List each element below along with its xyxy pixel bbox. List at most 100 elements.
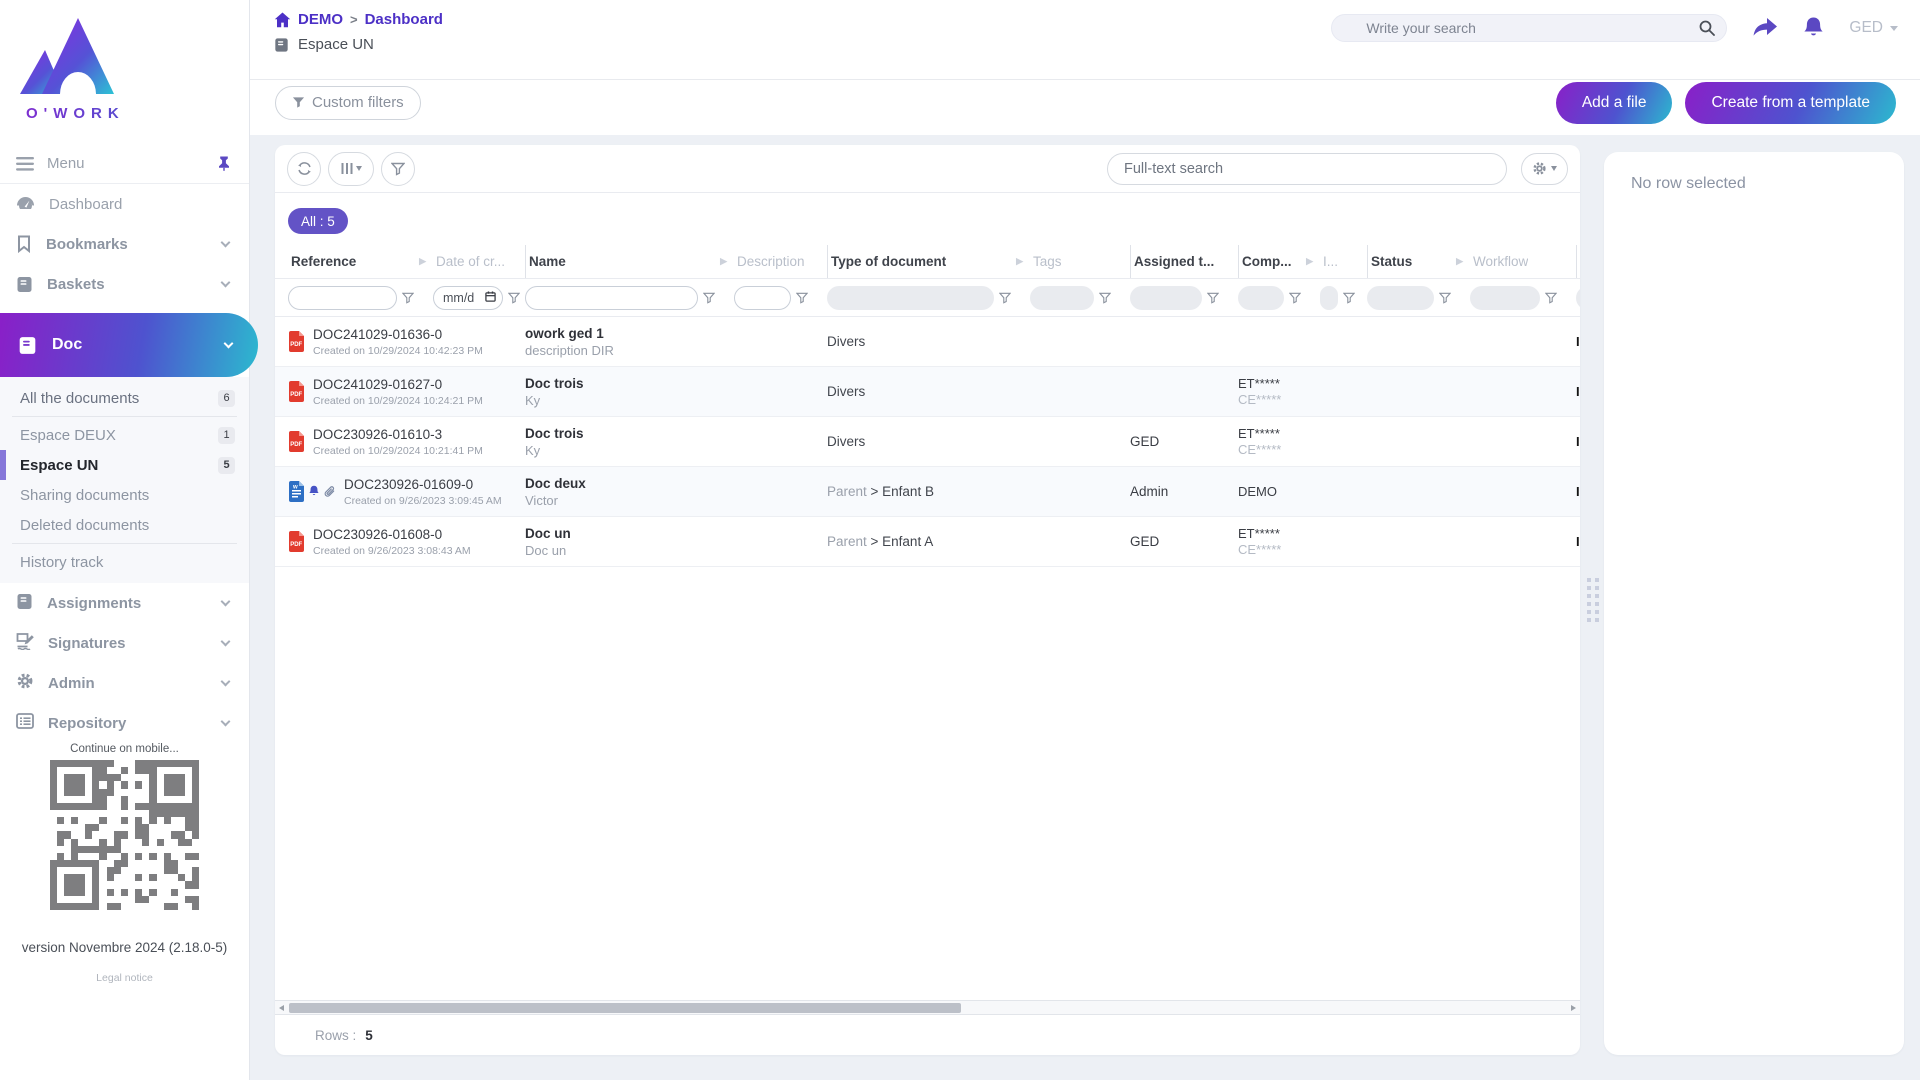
filter-input-name[interactable] [525, 286, 698, 310]
sidebar-item-bookmarks[interactable]: Bookmarks [0, 224, 249, 264]
create-from-template-button[interactable]: Create from a template [1685, 82, 1896, 124]
sidebar-item-admin[interactable]: Admin [0, 663, 249, 703]
sidebar-item-assignments[interactable]: Assignments [0, 583, 249, 623]
sidebar-item-baskets[interactable]: Baskets [0, 264, 249, 304]
funnel-icon[interactable] [1289, 292, 1301, 304]
sidebar-subitem-all-the-documents[interactable]: All the documents6 [0, 383, 249, 413]
file-icons: PDF [288, 331, 305, 352]
share-icon[interactable] [1751, 16, 1778, 40]
funnel-icon[interactable] [402, 292, 414, 304]
sidebar-item-dashboard[interactable]: Dashboard [0, 184, 249, 224]
column-header-workflow[interactable]: Workflow [1470, 245, 1576, 278]
document-type: Divers [827, 384, 865, 399]
sidebar-item-label: Signatures [48, 635, 126, 652]
document-type: Divers [827, 334, 865, 349]
funnel-icon[interactable] [1343, 292, 1355, 304]
horizontal-scrollbar[interactable] [275, 1000, 1580, 1015]
table-row[interactable]: PDFDOC241029-01627-0Created on 10/29/202… [275, 367, 1580, 417]
column-header-assigned-t-[interactable]: Assigned t... [1130, 245, 1238, 278]
cell-company: ET*****CE***** [1238, 426, 1367, 457]
scroll-right-arrow-icon[interactable] [1571, 1005, 1576, 1011]
sort-arrow-icon[interactable]: ▶ [1016, 256, 1023, 267]
funnel-icon[interactable] [1439, 292, 1451, 304]
funnel-icon[interactable] [508, 292, 520, 304]
funnel-icon[interactable] [1545, 292, 1557, 304]
date-filter-input[interactable]: mm/d [433, 286, 503, 310]
pin-sidebar-icon[interactable] [217, 156, 231, 171]
funnel-icon[interactable] [703, 292, 715, 304]
sidebar-subitem-sharing-documents[interactable]: Sharing documents [0, 480, 249, 510]
custom-filters-button[interactable]: Custom filters [275, 86, 421, 120]
refresh-button[interactable] [287, 152, 321, 186]
legal-notice-link[interactable]: Legal notice [0, 972, 249, 984]
document-type: Parent > Enfant A [827, 534, 933, 549]
table-row[interactable]: PDFDOC230926-01608-0Created on 9/26/2023… [275, 517, 1580, 567]
funnel-icon[interactable] [1545, 292, 1557, 304]
column-header-type-of-document[interactable]: Type of document▶ [827, 245, 1030, 278]
sidebar-subitem-espace-un[interactable]: Espace UN5 [0, 450, 249, 480]
table-row[interactable]: wDOC230926-01609-0Created on 9/26/2023 3… [275, 467, 1580, 517]
funnel-icon[interactable] [1289, 292, 1301, 304]
funnel-icon[interactable] [1099, 292, 1111, 304]
user-menu[interactable]: GED [1849, 19, 1898, 37]
sidebar-subitem-deleted-documents[interactable]: Deleted documents [0, 510, 249, 540]
sort-arrow-icon[interactable]: ▶ [720, 256, 727, 267]
column-header-i-[interactable]: I... [1320, 245, 1367, 278]
funnel-icon[interactable] [1439, 292, 1451, 304]
funnel-icon[interactable] [999, 292, 1011, 304]
filter-input-reference[interactable] [288, 286, 397, 310]
scroll-left-arrow-icon[interactable] [279, 1005, 284, 1011]
funnel-icon[interactable] [402, 292, 414, 304]
sidebar-subitem-history-track[interactable]: History track [0, 547, 249, 577]
breadcrumb-current[interactable]: Dashboard [365, 11, 443, 28]
filter-input-description[interactable] [734, 286, 791, 310]
hamburger-icon[interactable] [16, 157, 34, 171]
fulltext-search-input[interactable] [1107, 153, 1507, 185]
column-header-label: Status [1371, 254, 1412, 269]
add-file-button[interactable]: Add a file [1556, 82, 1673, 124]
funnel-icon[interactable] [796, 292, 808, 304]
sort-arrow-icon[interactable]: ▶ [1456, 256, 1463, 267]
funnel-icon[interactable] [796, 292, 808, 304]
table-row[interactable]: PDFDOC230926-01610-3Created on 10/29/202… [275, 417, 1580, 467]
sort-arrow-icon[interactable]: ▶ [1306, 256, 1313, 267]
funnel-icon[interactable] [1207, 292, 1219, 304]
column-header-status[interactable]: Status ▶ [1367, 245, 1470, 278]
column-header-comp-[interactable]: Comp...▶ [1238, 245, 1320, 278]
column-header-description[interactable]: Description [734, 245, 827, 278]
column-header-reference[interactable]: Reference▶ [288, 245, 433, 278]
column-header-tags[interactable]: Tags [1030, 245, 1130, 278]
sidebar-subitem-espace-deux[interactable]: Espace DEUX1 [0, 420, 249, 450]
funnel-icon[interactable] [703, 292, 715, 304]
funnel-icon[interactable] [1207, 292, 1219, 304]
sidebar-item-signatures[interactable]: Signatures [0, 623, 249, 663]
search-icon[interactable] [1699, 20, 1715, 36]
column-filter [288, 286, 433, 310]
document-subtitle: Victor [525, 493, 827, 508]
cell-clipped: I [1576, 484, 1580, 499]
all-count-badge[interactable]: All : 5 [288, 208, 348, 234]
column-header-name[interactable]: Name▶ [525, 245, 734, 278]
panel-resize-handle[interactable] [1585, 578, 1600, 622]
sidebar-item-doc-active[interactable]: Doc [0, 313, 258, 377]
bell-icon[interactable] [1802, 16, 1825, 41]
table-row[interactable]: PDFDOC241029-01636-0Created on 10/29/202… [275, 317, 1580, 367]
cell-name: Doc deuxVictor [525, 476, 827, 508]
calendar-icon[interactable] [485, 291, 496, 305]
columns-button[interactable] [328, 152, 374, 186]
funnel-icon[interactable] [1343, 292, 1355, 304]
funnel-icon[interactable] [999, 292, 1011, 304]
funnel-icon[interactable] [1099, 292, 1111, 304]
home-icon[interactable] [274, 12, 291, 28]
column-header-y-[interactable]: Y... [1576, 245, 1580, 278]
reference-text: DOC230926-01609-0Created on 9/26/2023 3:… [344, 477, 502, 507]
breadcrumb-root[interactable]: DEMO [298, 11, 343, 28]
sort-arrow-icon[interactable]: ▶ [419, 256, 426, 267]
sidebar-item-repository[interactable]: Repository [0, 703, 249, 743]
filters-button[interactable] [381, 152, 415, 186]
scrollbar-thumb[interactable] [289, 1003, 961, 1013]
global-search-input[interactable] [1331, 14, 1727, 42]
column-header-date-of-cr-[interactable]: Date of cr... [433, 245, 525, 278]
table-settings-button[interactable] [1521, 153, 1568, 185]
funnel-icon[interactable] [508, 292, 520, 304]
